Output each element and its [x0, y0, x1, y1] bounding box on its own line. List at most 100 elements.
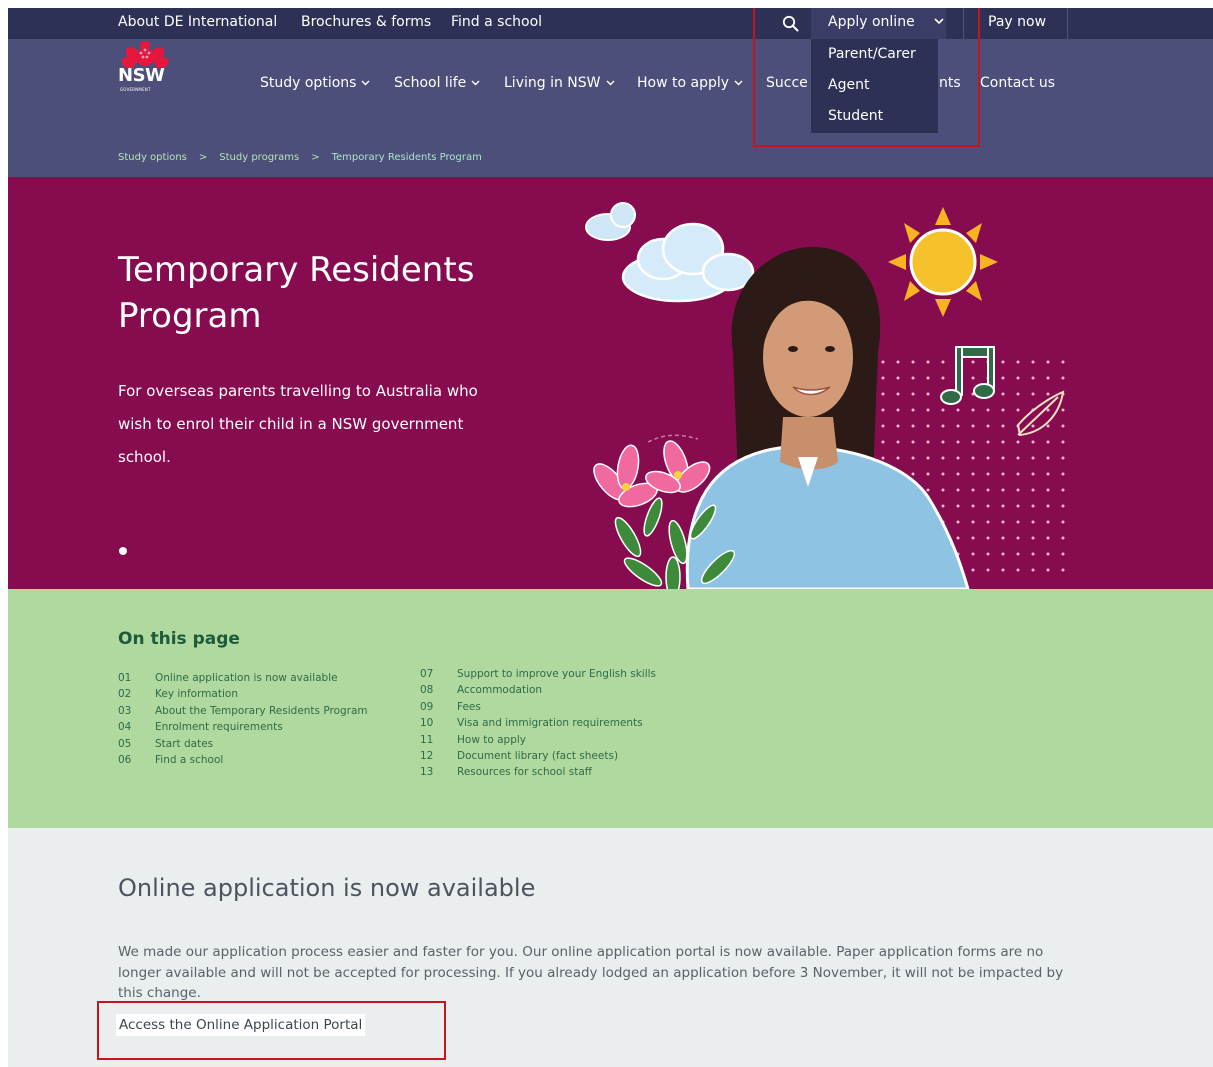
- toc-number: 03: [118, 704, 132, 717]
- toc-item[interactable]: 01 Online application is now available: [118, 672, 368, 688]
- toc-label: Enrolment requirements: [155, 721, 283, 734]
- toc-item[interactable]: 02 Key information: [118, 688, 368, 704]
- toc-item[interactable]: 07 Support to improve your English skills: [420, 668, 656, 684]
- toc-number: 11: [420, 733, 434, 746]
- nsw-government-logo[interactable]: NSW GOVERNMENT: [118, 41, 174, 97]
- apply-online-dropdown: Parent/Carer Agent Student: [811, 39, 938, 133]
- hero-subtitle: For overseas parents travelling to Austr…: [118, 382, 478, 466]
- toc-label: Accommodation: [457, 684, 543, 697]
- on-this-page-list-right: 07 Support to improve your English skills…: [420, 668, 656, 783]
- logo-wordmark: NSW: [118, 65, 165, 86]
- toc-label: Online application is now available: [155, 672, 338, 684]
- apply-online-button[interactable]: Apply online: [811, 8, 946, 39]
- nav-living-in-nsw[interactable]: Living in NSW: [504, 75, 615, 91]
- search-icon: [782, 15, 798, 32]
- nav-study-options-label: Study options: [260, 75, 357, 91]
- breadcrumb-current[interactable]: Temporary Residents Program: [332, 152, 482, 163]
- main-header: NSW GOVERNMENT Study options School life…: [8, 39, 1213, 177]
- toc-number: 09: [420, 700, 434, 713]
- utility-divider: [1067, 8, 1068, 39]
- toc-label: Support to improve your English skills: [457, 668, 657, 680]
- toc-number: 07: [420, 668, 434, 680]
- cloud-icon: [585, 202, 636, 241]
- toc-label: Fees: [457, 700, 481, 713]
- toc-number: 02: [118, 688, 132, 701]
- toc-number: 10: [420, 717, 434, 730]
- apply-option-agent[interactable]: Agent: [828, 77, 869, 93]
- on-this-page-title: On this page: [118, 629, 240, 649]
- hero-banner: Temporary Residents Program For overseas…: [8, 177, 1213, 589]
- logo-subtext: GOVERNMENT: [120, 87, 151, 92]
- toc-number: 01: [118, 672, 132, 684]
- toc-label: Document library (fact sheets): [457, 749, 619, 762]
- apply-option-parent-carer[interactable]: Parent/Carer: [828, 46, 916, 62]
- nav-study-options[interactable]: Study options: [260, 75, 370, 91]
- page: About DE International Brochures & forms…: [8, 8, 1213, 1067]
- leaf-icon: [1016, 390, 1065, 437]
- carousel-dot[interactable]: [119, 547, 127, 555]
- sun-icon: [888, 207, 998, 317]
- nav-contact-us-label: Contact us: [980, 75, 1056, 91]
- chevron-down-icon: [361, 80, 370, 86]
- breadcrumb-separator: >: [311, 152, 320, 163]
- toc-item[interactable]: 11 How to apply: [420, 734, 656, 750]
- breadcrumb-study-programs[interactable]: Study programs: [219, 152, 299, 163]
- toc-item[interactable]: 13 Resources for school staff: [420, 766, 656, 782]
- hero-illustration: [585, 202, 1065, 589]
- nav-school-life[interactable]: School life: [394, 75, 480, 91]
- toc-number: 06: [118, 753, 132, 766]
- breadcrumb-study-options[interactable]: Study options: [118, 152, 187, 163]
- toc-item[interactable]: 12 Document library (fact sheets): [420, 750, 656, 766]
- apply-option-student[interactable]: Student: [828, 108, 883, 124]
- nav-how-to-apply-label: How to apply: [637, 75, 730, 91]
- toc-item[interactable]: 09 Fees: [420, 701, 656, 717]
- access-portal-link[interactable]: Access the Online Application Portal: [116, 1014, 366, 1036]
- nav-contact-us[interactable]: Contact us: [980, 75, 1055, 91]
- cloud-icon: [621, 222, 755, 303]
- toc-number: 05: [118, 737, 132, 750]
- nav-how-to-apply[interactable]: How to apply: [637, 75, 743, 91]
- online-application-body: We made our application process easier a…: [118, 944, 1064, 1001]
- nav-living-in-nsw-label: Living in NSW: [504, 75, 601, 91]
- online-application-section: Online application is now available We m…: [8, 828, 1213, 1067]
- toc-number: 13: [420, 766, 434, 779]
- toc-label: How to apply: [457, 733, 527, 746]
- apply-online-label: Apply online: [828, 14, 915, 30]
- toc-number: 12: [420, 749, 434, 762]
- nav-events-label: nts: [939, 75, 961, 91]
- on-this-page-list-left: 01 Online application is now available 02…: [118, 672, 368, 770]
- toc-item[interactable]: 06 Find a school: [118, 754, 368, 770]
- breadcrumb: Study options > Study programs > Tempora…: [118, 152, 482, 163]
- nav-events[interactable]: nts: [939, 75, 961, 91]
- chevron-down-icon: [734, 80, 743, 86]
- toc-item[interactable]: 08 Accommodation: [420, 684, 656, 700]
- pay-now-link[interactable]: Pay now: [988, 14, 1046, 30]
- toc-item[interactable]: 03 About the Temporary Residents Program: [118, 705, 368, 721]
- about-de-international-link[interactable]: About DE International: [118, 14, 277, 30]
- utility-bar: About DE International Brochures & forms…: [8, 8, 1213, 39]
- brochures-forms-link[interactable]: Brochures & forms: [301, 14, 431, 30]
- find-a-school-link[interactable]: Find a school: [451, 14, 542, 30]
- music-note-icon: [940, 346, 995, 405]
- nav-success-stories[interactable]: Succe: [766, 75, 808, 91]
- toc-label: Find a school: [155, 753, 224, 766]
- chevron-down-icon: [934, 18, 944, 25]
- toc-item[interactable]: 05 Start dates: [118, 738, 368, 754]
- nav-success-stories-label: Succe: [766, 75, 808, 91]
- nav-school-life-label: School life: [394, 75, 467, 91]
- toc-label: About the Temporary Residents Program: [155, 704, 368, 717]
- toc-item[interactable]: 10 Visa and immigration requirements: [420, 717, 656, 733]
- breadcrumb-separator: >: [198, 152, 208, 163]
- toc-label: Resources for school staff: [457, 766, 592, 779]
- student-photo: [685, 247, 970, 589]
- on-this-page-section: On this page 01 Online application is now…: [8, 589, 1213, 828]
- toc-label: Visa and immigration requirements: [457, 717, 643, 730]
- chevron-down-icon: [606, 80, 614, 86]
- search-button[interactable]: [774, 8, 806, 39]
- utility-divider: [963, 8, 964, 39]
- toc-item[interactable]: 04 Enrolment requirements: [118, 721, 368, 737]
- chevron-down-icon: [471, 80, 480, 86]
- toc-number: 04: [118, 721, 132, 734]
- toc-label: Key information: [155, 688, 238, 701]
- toc-number: 08: [420, 684, 434, 697]
